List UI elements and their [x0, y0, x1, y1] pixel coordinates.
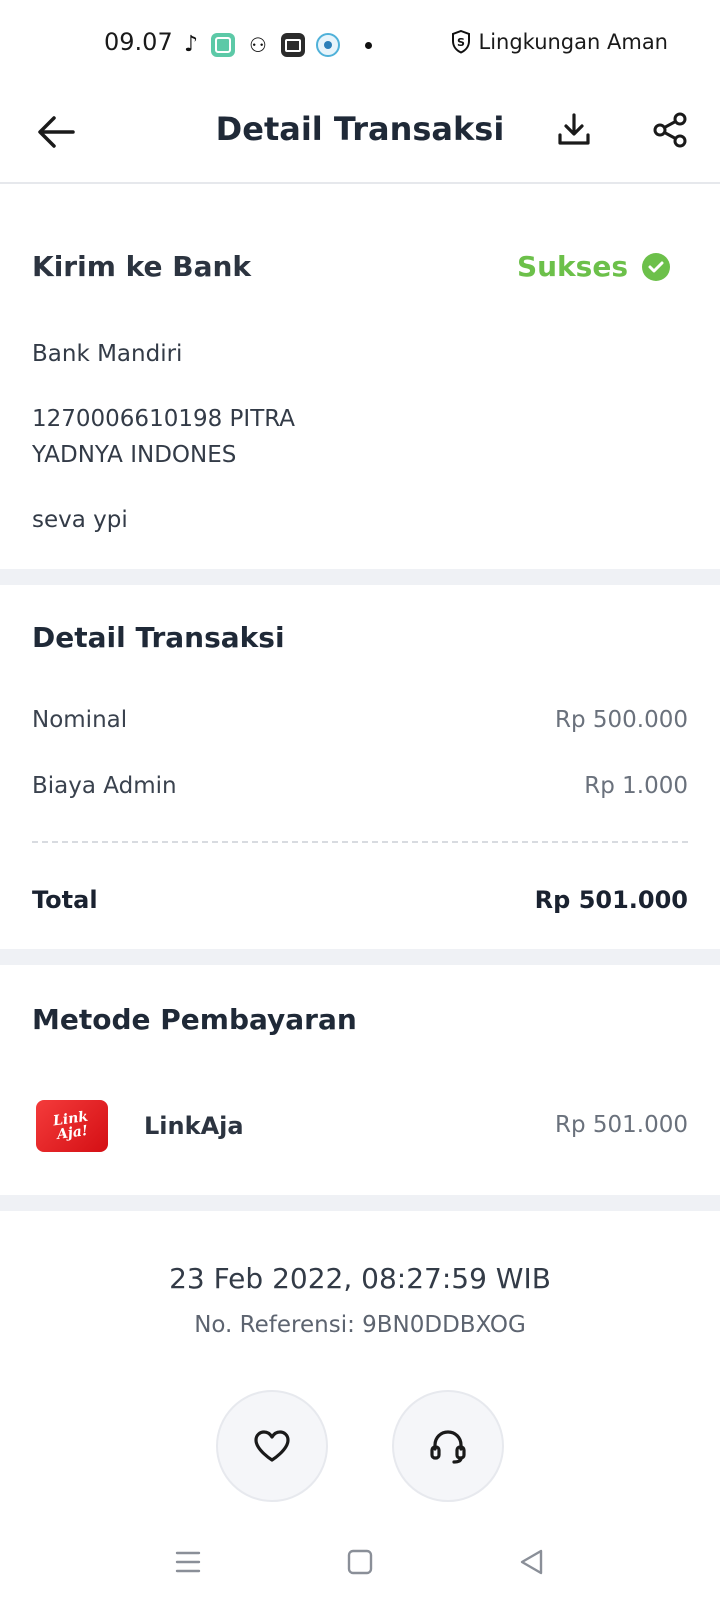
admin-fee-label: Biaya Admin: [32, 773, 177, 799]
section-divider: [0, 569, 720, 585]
favorite-button[interactable]: [216, 1390, 328, 1502]
menu-lines-icon: [175, 1551, 201, 1573]
check-circle-icon: [642, 252, 670, 281]
status-bar: 09.07 ♪ ⚇ S Lingkungan Aman: [0, 0, 720, 90]
dashed-divider: [32, 841, 688, 843]
section-divider: [0, 1195, 720, 1211]
payment-method-name: LinkAja: [144, 1112, 244, 1140]
teal-app-icon: [211, 33, 235, 57]
owl-icon: ⚇: [249, 33, 267, 57]
blue-app-icon: [316, 33, 340, 57]
page-title: Detail Transaksi: [215, 110, 505, 148]
transfer-type-title: Kirim ke Bank: [32, 250, 252, 283]
shield-icon: S: [451, 30, 470, 54]
notification-icons: ♪ ⚇: [182, 30, 372, 60]
home-button[interactable]: [340, 1542, 380, 1582]
account-number-line-2: YADNYA INDONES: [32, 442, 237, 468]
triangle-back-icon: [520, 1549, 543, 1575]
linkaja-logo: Link Aja!: [36, 1100, 108, 1152]
system-navigation-bar: [0, 1526, 720, 1600]
heart-icon: [254, 1430, 290, 1462]
recent-apps-button[interactable]: [168, 1542, 208, 1582]
status-text: Sukses: [516, 250, 628, 283]
customer-support-button[interactable]: [392, 1390, 504, 1502]
share-button[interactable]: [648, 108, 692, 152]
dark-app-icon: [281, 33, 305, 57]
total-label: Total: [32, 886, 98, 914]
nominal-value: Rp 500.000: [554, 707, 688, 733]
reference-number: No. Referensi: 9BN0DDBXOG: [194, 1312, 526, 1338]
secure-environment-indicator: S Lingkungan Aman: [451, 30, 669, 54]
transaction-datetime: 23 Feb 2022, 08:27:59 WIB: [169, 1262, 551, 1295]
payment-amount: Rp 501.000: [554, 1112, 688, 1138]
svg-text:S: S: [457, 36, 465, 49]
share-icon: [653, 112, 687, 148]
logo-text-line-2: Aja!: [56, 1122, 90, 1144]
app-bar: Detail Transaksi: [0, 90, 720, 184]
download-button[interactable]: [552, 108, 596, 152]
status-badge: Sukses: [517, 250, 670, 283]
secure-environment-label: Lingkungan Aman: [478, 30, 669, 54]
nominal-label: Nominal: [32, 707, 128, 733]
square-icon: [347, 1549, 373, 1575]
headset-icon: [430, 1430, 466, 1464]
back-nav-button[interactable]: [512, 1542, 552, 1582]
transfer-note: seva ypi: [32, 507, 128, 533]
status-time: 09.07: [104, 28, 173, 56]
total-value: Rp 501.000: [534, 886, 688, 914]
bank-name: Bank Mandiri: [32, 341, 183, 367]
payment-section-title: Metode Pembayaran: [32, 1003, 357, 1036]
section-divider: [0, 949, 720, 965]
admin-fee-value: Rp 1.000: [584, 773, 688, 799]
download-icon: [558, 113, 590, 145]
music-note-icon: ♪: [183, 32, 199, 57]
detail-section-title: Detail Transaksi: [32, 621, 285, 654]
more-notifications-dot-icon: [365, 41, 372, 49]
account-number-line-1: 1270006610198 PITRA: [32, 406, 296, 432]
